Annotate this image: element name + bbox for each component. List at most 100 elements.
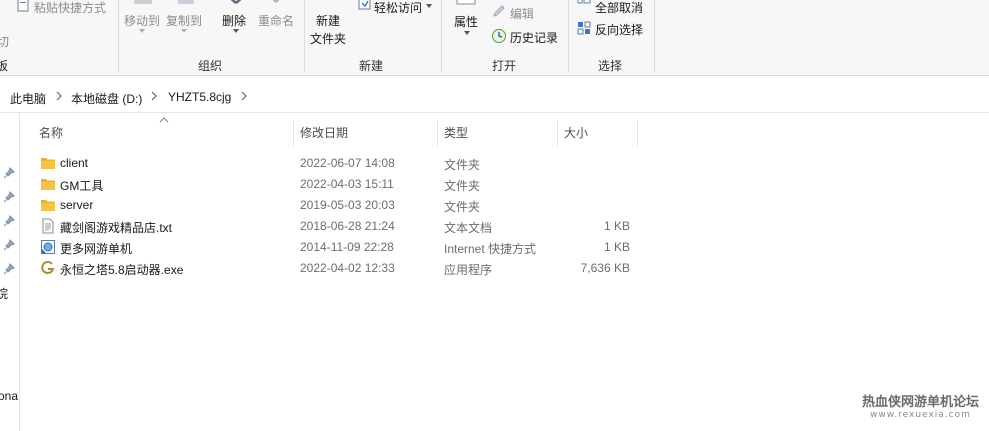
file-type: 文件夹 <box>444 158 481 172</box>
column-divider[interactable] <box>437 120 438 146</box>
open-group-label: 打开 <box>492 59 517 73</box>
organize-group-label: 组织 <box>198 59 223 73</box>
clipboard-group-label-partial: 板 <box>0 59 9 73</box>
group-divider <box>304 0 305 72</box>
file-type: 文本文档 <box>444 221 493 235</box>
nav-item-partial[interactable]: ona <box>0 389 18 403</box>
copy-to-button[interactable]: 复制到 <box>166 12 202 29</box>
invert-selection-icon <box>577 21 591 35</box>
file-date: 2022-04-03 15:11 <box>300 177 394 191</box>
breadcrumb-local-disk[interactable]: 本地磁盘 (D:) <box>71 90 142 107</box>
history-icon <box>492 29 506 43</box>
breadcrumb-this-pc[interactable]: 此电脑 <box>10 90 46 107</box>
file-row-launcher-exe[interactable]: 永恒之塔5.8启动器.exe 2022-04-02 12:33 应用程序 7,6… <box>30 258 640 279</box>
move-to-icon <box>134 0 152 4</box>
easy-access-icon <box>358 0 371 10</box>
group-divider <box>568 0 569 72</box>
folder-icon <box>41 200 55 211</box>
paste-shortcut-button[interactable]: 粘贴快捷方式 <box>34 0 106 16</box>
folder-icon <box>41 158 55 169</box>
new-group-label: 新建 <box>359 59 384 73</box>
delete-icon <box>230 0 242 4</box>
properties-dropdown-arrow[interactable] <box>464 31 470 35</box>
breadcrumb-current-folder[interactable]: YHZT5.8cjg <box>168 90 231 104</box>
column-divider[interactable] <box>637 120 638 146</box>
nav-item-partial[interactable]: 烷 <box>0 285 8 302</box>
copy-to-icon <box>178 0 194 4</box>
file-row-txt[interactable]: 藏剑阁游戏精品店.txt 2018-06-28 21:24 文本文档 1 KB <box>30 216 640 237</box>
file-type: Internet 快捷方式 <box>444 242 537 256</box>
watermark-title: 热血侠网游单机论坛 <box>861 395 979 410</box>
text-file-icon <box>42 218 54 234</box>
new-folder-button-line2[interactable]: 文件夹 <box>310 30 346 47</box>
pin-icon[interactable] <box>3 167 15 179</box>
watermark: 热血侠网游单机论坛 www.rexuexia.com <box>862 396 979 422</box>
properties-icon <box>456 0 476 5</box>
cut-button-partial[interactable]: 切 <box>0 33 9 50</box>
file-name: 永恒之塔5.8启动器.exe <box>60 263 184 277</box>
delete-button[interactable]: 删除 <box>222 12 246 29</box>
pin-icon[interactable] <box>3 239 15 251</box>
pin-icon[interactable] <box>3 191 15 203</box>
file-name: server <box>60 198 94 212</box>
folder-icon <box>41 179 55 190</box>
move-to-button[interactable]: 移动到 <box>124 12 160 29</box>
move-to-dropdown-arrow[interactable] <box>139 29 145 33</box>
app-exe-icon <box>41 261 55 274</box>
file-type: 文件夹 <box>444 179 481 193</box>
internet-shortcut-icon <box>41 240 55 254</box>
group-divider <box>118 0 119 72</box>
file-row-internet-shortcut[interactable]: 更多网游单机 2014-11-09 22:28 Internet 快捷方式 1 … <box>30 237 640 258</box>
delete-dropdown-arrow[interactable] <box>233 29 239 33</box>
file-row-gm-tools[interactable]: GM工具 2022-04-03 15:11 文件夹 <box>30 174 640 195</box>
file-size: 1 KB <box>603 240 630 254</box>
file-size: 1 KB <box>603 219 630 233</box>
file-date: 2014-11-09 22:28 <box>300 240 394 254</box>
file-date: 2022-04-02 12:33 <box>300 261 395 275</box>
column-divider[interactable] <box>557 120 558 146</box>
file-row-client[interactable]: client 2022-06-07 14:08 文件夹 <box>30 153 640 174</box>
column-header-type[interactable]: 类型 <box>444 124 468 141</box>
file-name: GM工具 <box>60 179 104 193</box>
chevron-right-icon[interactable] <box>55 91 63 101</box>
edit-button[interactable]: 编辑 <box>510 5 534 22</box>
chevron-right-icon[interactable] <box>240 91 248 101</box>
file-date: 2019-05-03 20:03 <box>300 198 395 212</box>
file-type: 文件夹 <box>444 200 481 214</box>
file-size: 7,636 KB <box>580 261 630 275</box>
file-row-server[interactable]: server 2019-05-03 20:03 文件夹 <box>30 195 640 216</box>
column-divider[interactable] <box>293 120 294 146</box>
pin-icon[interactable] <box>3 263 15 275</box>
select-none-button[interactable]: 全部取消 <box>595 0 643 16</box>
easy-access-button[interactable]: 轻松访问 <box>374 0 422 16</box>
group-divider <box>441 0 442 72</box>
navigation-pane[interactable]: 烷 ona <box>0 113 20 431</box>
column-header-name[interactable]: 名称 <box>39 124 63 141</box>
select-none-icon <box>577 0 591 4</box>
file-date: 2022-06-07 14:08 <box>300 156 395 170</box>
pin-icon[interactable] <box>3 215 15 227</box>
new-folder-button-line1[interactable]: 新建 <box>316 12 340 29</box>
rename-icon <box>272 0 280 3</box>
file-name: client <box>60 156 89 170</box>
rename-button[interactable]: 重命名 <box>258 12 294 29</box>
paste-shortcut-icon <box>17 0 29 12</box>
file-date: 2018-06-28 21:24 <box>300 219 395 233</box>
copy-to-dropdown-arrow[interactable] <box>181 29 187 33</box>
file-type: 应用程序 <box>444 263 493 277</box>
file-name: 更多网游单机 <box>60 242 133 256</box>
address-bar[interactable]: 此电脑 本地磁盘 (D:) YHZT5.8cjg <box>0 76 989 113</box>
select-group-label: 选择 <box>598 59 623 73</box>
history-button[interactable]: 历史记录 <box>510 29 558 46</box>
properties-button[interactable]: 属性 <box>454 13 478 30</box>
column-header-size[interactable]: 大小 <box>564 124 588 141</box>
sort-ascending-icon[interactable] <box>159 117 169 123</box>
column-header-date[interactable]: 修改日期 <box>300 124 348 141</box>
chevron-right-icon[interactable] <box>150 91 158 101</box>
invert-selection-button[interactable]: 反向选择 <box>595 21 643 38</box>
easy-access-dropdown-arrow[interactable] <box>426 4 432 8</box>
edit-icon <box>493 5 505 17</box>
ribbon: 粘贴快捷方式 切 板 移动到 复制到 删除 重命名 组织 新建 文件夹 轻松访问… <box>0 0 989 76</box>
watermark-url: www.rexuexia.com <box>870 410 971 420</box>
file-name: 藏剑阁游戏精品店.txt <box>60 221 173 235</box>
